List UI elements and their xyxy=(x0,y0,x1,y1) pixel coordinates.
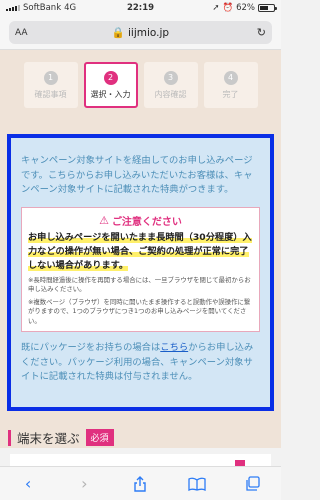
step-1: 1 確認事項 xyxy=(23,62,78,108)
reader-settings-button[interactable]: AA xyxy=(15,28,28,38)
campaign-notice: キャンペーン対象サイトを経由してのお申し込みページです。こちらからお申し込みいた… xyxy=(7,134,274,411)
address-bar[interactable]: AA 🔒 iijmio.jp ↻ xyxy=(9,21,272,44)
section-title: 端末を選ぶ xyxy=(17,431,80,446)
browser-address-area: AA 🔒 iijmio.jp ↻ xyxy=(0,16,281,50)
url-text: iijmio.jp xyxy=(128,26,170,39)
forward-icon[interactable]: › xyxy=(72,472,96,496)
section-accent-bar xyxy=(8,429,11,446)
battery-percent: 62% xyxy=(236,3,255,13)
caution-note-1: ※長時間経過後に操作を再開する場合には、一旦ブラウザを閉じて最初からお申し込みく… xyxy=(28,275,251,294)
reload-icon[interactable]: ↻ xyxy=(257,26,266,39)
bookmarks-icon[interactable] xyxy=(185,472,209,496)
step-label: 内容確認 xyxy=(154,89,187,99)
status-bar: SoftBank 4G 22:19 ➚ ⏰ 62% xyxy=(0,0,281,16)
network-type: 4G xyxy=(64,3,77,13)
back-icon[interactable]: ‹ xyxy=(16,472,40,496)
device-section-header: 端末を選ぶ 必須 xyxy=(8,428,114,447)
step-number: 1 xyxy=(43,70,58,85)
step-label: 確認事項 xyxy=(34,89,67,99)
caution-message: お申し込みページを開いたまま長時間（30分程度）入力などの操作が無い場合、ご契約… xyxy=(28,231,252,271)
caution-title: ご注意ください xyxy=(111,216,182,228)
step-number: 4 xyxy=(223,70,238,85)
step-label: 完了 xyxy=(222,89,239,99)
step-number: 2 xyxy=(103,70,118,85)
required-badge: 必須 xyxy=(85,429,114,446)
warning-icon: ⚠ xyxy=(99,213,109,227)
package-link[interactable]: こちら xyxy=(160,342,188,353)
signal-icon xyxy=(6,5,20,11)
share-icon[interactable] xyxy=(128,472,152,496)
tabs-icon[interactable] xyxy=(241,472,265,496)
step-number: 3 xyxy=(163,70,178,85)
location-icon: ➚ xyxy=(212,3,220,13)
lock-icon: 🔒 xyxy=(111,27,125,39)
step-3: 3 内容確認 xyxy=(143,62,198,108)
package-notice: 既にパッケージをお持ちの場合はこちらからお申し込みください。パッケージ利用の場合… xyxy=(21,341,260,385)
browser-toolbar: ‹ › xyxy=(0,466,281,500)
battery-fill xyxy=(260,6,269,10)
notice-intro: キャンペーン対象サイトを経由してのお申し込みページです。こちらからお申し込みいた… xyxy=(21,155,253,195)
carrier: SoftBank xyxy=(23,3,62,13)
step-4: 4 完了 xyxy=(203,62,258,108)
progress-steps: 1 確認事項 2 選択・入力 3 内容確認 4 完了 xyxy=(0,50,281,110)
package-notice-text: 既にパッケージをお持ちの場合は xyxy=(21,342,161,353)
caution-box: ⚠ ご注意ください お申し込みページを開いたまま長時間（30分程度）入力などの操… xyxy=(21,206,260,332)
caution-note-2: ※複数ページ（ブラウザ）を同時に開いたまま操作すると誤動作や誤操作に繋がりますの… xyxy=(28,297,251,325)
battery-icon xyxy=(258,4,277,12)
step-2-current: 2 選択・入力 xyxy=(83,62,138,108)
step-label: 選択・入力 xyxy=(90,89,131,99)
alarm-icon: ⏰ xyxy=(222,3,234,13)
